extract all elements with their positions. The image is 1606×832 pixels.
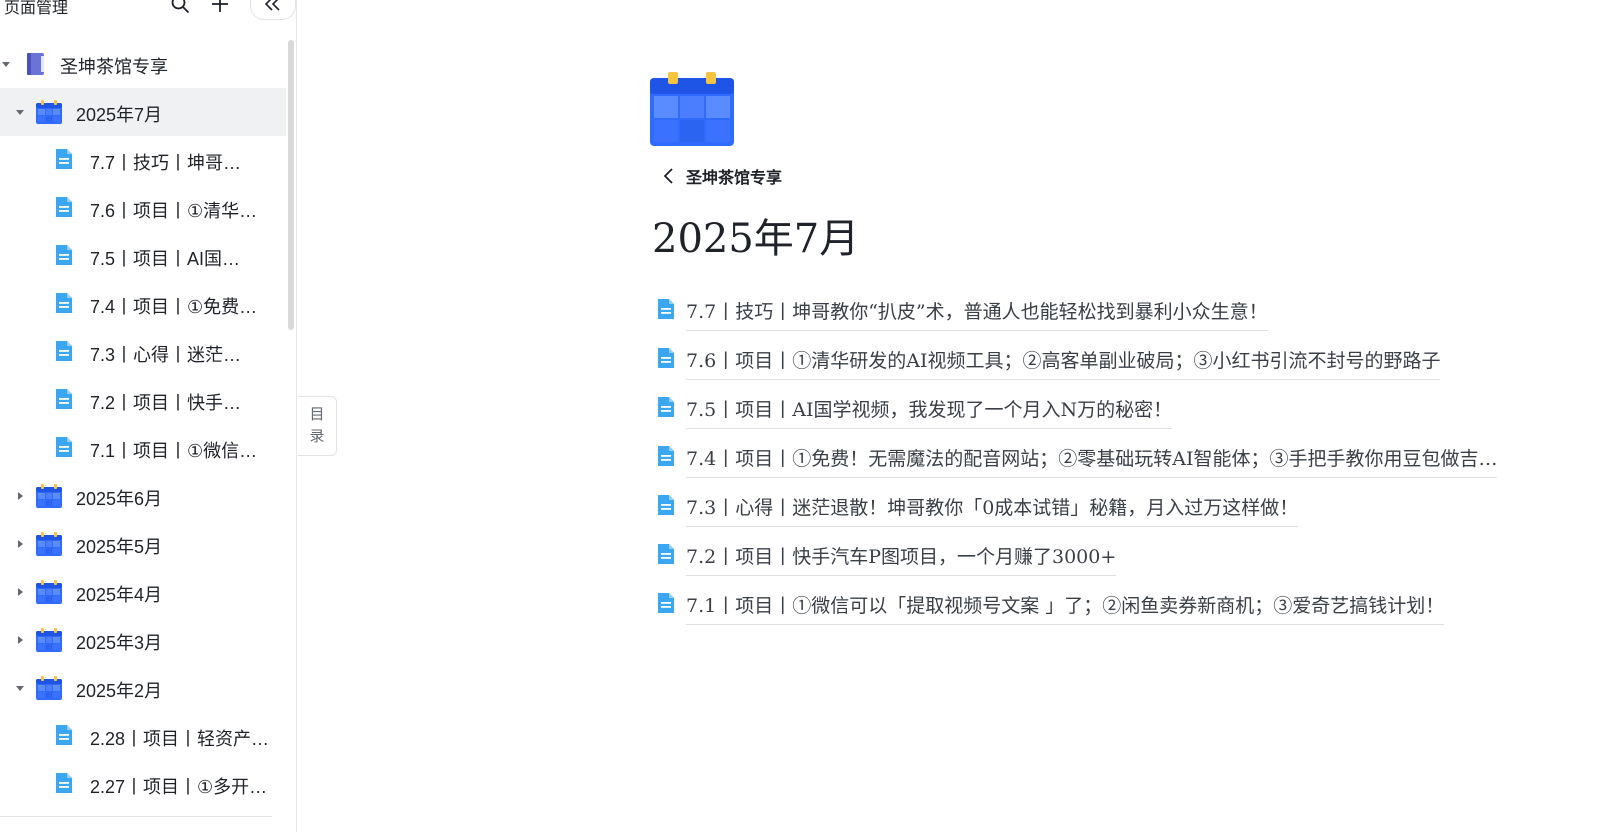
- child-page-title[interactable]: 7.4丨项目丨①免费！无需魔法的配音网站；②零基础玩转AI智能体；③手把手教你用…: [686, 444, 1498, 478]
- book-icon: [24, 52, 48, 76]
- caret-right-icon[interactable]: [14, 634, 26, 646]
- caret-right-icon[interactable]: [14, 490, 26, 502]
- doc-icon: [656, 396, 678, 418]
- child-page-link[interactable]: 7.6丨项目丨①清华研发的AI视频工具；②高客单副业破局；③小红书引流不封号的野…: [656, 337, 1556, 386]
- sidebar-folder-item[interactable]: 2025年4月: [0, 568, 286, 616]
- doc-icon: [54, 772, 78, 796]
- child-page-title[interactable]: 7.6丨项目丨①清华研发的AI视频工具；②高客单副业破局；③小红书引流不封号的野…: [686, 346, 1441, 380]
- sidebar-doc-item[interactable]: 7.4丨项目丨①免费！无需魔法的配音网站；②零基础玩转AI智能体；③手把手教你用…: [0, 280, 286, 328]
- sidebar-item-label: 2025年2月: [76, 681, 163, 701]
- doc-icon: [656, 494, 678, 516]
- toc-label: 目: [309, 406, 325, 423]
- sidebar-doc-item[interactable]: 7.5丨项目丨AI国学视频，我发现了一个月入N万的秘密！: [0, 232, 286, 280]
- sidebar: 页面管理 圣坤茶馆专享 2025年7月 7.7丨技巧丨坤哥教你“扒皮”术，普通人也能…: [0, 0, 297, 832]
- caret-down-icon[interactable]: [14, 106, 26, 118]
- breadcrumb: 圣坤茶馆专享: [658, 164, 782, 188]
- sidebar-item-label: 7.4丨项目丨①免费！无需魔法的配音网站；②零基础玩转AI智能体；③手把手教你用…: [90, 297, 258, 317]
- double-chevron-left-icon: [264, 0, 280, 11]
- sidebar-item-label: 7.1丨项目丨①微信可以「提取视频号文案 」了；②闲鱼卖券新商机；③爱奇艺搞钱计…: [90, 441, 258, 461]
- sidebar-item-label: 7.3丨心得丨迷茫退散！坤哥教你「0成本试错」秘籍，月入过万这样做！: [90, 345, 258, 365]
- doc-icon: [656, 592, 678, 614]
- sidebar-item-label: 7.7丨技巧丨坤哥教你“扒皮”术，普通人也能轻松找到暴利小众生意！: [90, 153, 258, 173]
- child-page-link[interactable]: 7.5丨项目丨AI国学视频，我发现了一个月入N万的秘密！: [656, 386, 1556, 435]
- calendar-icon: [36, 580, 62, 604]
- sidebar-folder-item[interactable]: 2025年5月: [0, 520, 286, 568]
- child-page-link[interactable]: 7.4丨项目丨①免费！无需魔法的配音网站；②零基础玩转AI智能体；③手把手教你用…: [656, 435, 1556, 484]
- doc-icon: [54, 148, 78, 172]
- calendar-icon: [650, 72, 734, 146]
- sidebar-root-item[interactable]: 圣坤茶馆专享: [0, 40, 286, 88]
- search-icon[interactable]: [168, 0, 192, 16]
- back-chevron-icon[interactable]: [658, 166, 678, 186]
- sidebar-folder-item[interactable]: 2025年6月: [0, 472, 286, 520]
- sidebar-doc-item[interactable]: 7.7丨技巧丨坤哥教你“扒皮”术，普通人也能轻松找到暴利小众生意！: [0, 136, 286, 184]
- child-page-title[interactable]: 7.7丨技巧丨坤哥教你“扒皮”术，普通人也能轻松找到暴利小众生意！: [686, 297, 1268, 331]
- doc-icon: [54, 292, 78, 316]
- sidebar-scrollbar[interactable]: [288, 40, 294, 330]
- child-page-link[interactable]: 7.1丨项目丨①微信可以「提取视频号文案 」了；②闲鱼卖券新商机；③爱奇艺搞钱计…: [656, 582, 1556, 631]
- sidebar-doc-item[interactable]: 2.27丨项目丨①多开…: [0, 760, 286, 808]
- sidebar-doc-item[interactable]: 7.2丨项目丨快手汽车P图项目，一个月赚了3000+: [0, 376, 286, 424]
- sidebar-folder-item[interactable]: 2025年7月: [0, 88, 286, 136]
- doc-icon: [54, 436, 78, 460]
- sidebar-folder-item[interactable]: 2025年3月: [0, 616, 286, 664]
- sidebar-item-label: 7.2丨项目丨快手汽车P图项目，一个月赚了3000+: [90, 393, 258, 413]
- divider: [0, 816, 272, 817]
- sidebar-item-label: 2025年3月: [76, 633, 163, 653]
- calendar-icon: [36, 628, 62, 652]
- doc-icon: [54, 244, 78, 268]
- child-page-link[interactable]: 7.2丨项目丨快手汽车P图项目，一个月赚了3000+: [656, 533, 1556, 582]
- child-page-title[interactable]: 7.3丨心得丨迷茫退散！坤哥教你「0成本试错」秘籍，月入过万这样做！: [686, 493, 1299, 527]
- doc-icon: [656, 445, 678, 467]
- sidebar-doc-item[interactable]: 7.3丨心得丨迷茫退散！坤哥教你「0成本试错」秘籍，月入过万这样做！: [0, 328, 286, 376]
- calendar-icon: [36, 100, 62, 124]
- child-page-link[interactable]: 7.7丨技巧丨坤哥教你“扒皮”术，普通人也能轻松找到暴利小众生意！: [656, 288, 1556, 337]
- breadcrumb-parent-link[interactable]: 圣坤茶馆专享: [686, 164, 782, 188]
- sidebar-doc-item[interactable]: 7.6丨项目丨①清华研发的AI视频工具；②高客单副业破局；③小红书引流不封号的野…: [0, 184, 286, 232]
- sidebar-item-label: 7.5丨项目丨AI国学视频，我发现了一个月入N万的秘密！: [90, 249, 258, 269]
- sidebar-title: 页面管理: [4, 0, 69, 17]
- sidebar-item-label: 2025年4月: [76, 585, 163, 605]
- add-icon[interactable]: [208, 0, 232, 16]
- sidebar-item-label: 7.6丨项目丨①清华研发的AI视频工具；②高客单副业破局；③小红书引流不封号的野…: [90, 201, 258, 221]
- toc-label: 录: [309, 428, 325, 445]
- sidebar-item-label: 2025年5月: [76, 537, 163, 557]
- sidebar-item-label: 2.28丨项目丨轻资产…: [90, 729, 270, 749]
- sidebar-doc-item[interactable]: 7.1丨项目丨①微信可以「提取视频号文案 」了；②闲鱼卖券新商机；③爱奇艺搞钱计…: [0, 424, 286, 472]
- doc-icon: [656, 543, 678, 565]
- sidebar-item-label: 2025年7月: [76, 105, 163, 125]
- sidebar-item-label: 圣坤茶馆专享: [60, 57, 168, 77]
- caret-right-icon[interactable]: [14, 538, 26, 550]
- calendar-icon: [36, 676, 62, 700]
- page-tree: 圣坤茶馆专享 2025年7月 7.7丨技巧丨坤哥教你“扒皮”术，普通人也能轻松找到暴…: [0, 40, 286, 808]
- doc-icon: [656, 347, 678, 369]
- child-page-list: 7.7丨技巧丨坤哥教你“扒皮”术，普通人也能轻松找到暴利小众生意！ 7.6丨项目丨…: [656, 288, 1556, 631]
- doc-icon: [54, 724, 78, 748]
- page-title: 2025年7月: [652, 216, 860, 262]
- doc-icon: [656, 298, 678, 320]
- child-page-link[interactable]: 7.3丨心得丨迷茫退散！坤哥教你「0成本试错」秘籍，月入过万这样做！: [656, 484, 1556, 533]
- child-page-title[interactable]: 7.1丨项目丨①微信可以「提取视频号文案 」了；②闲鱼卖券新商机；③爱奇艺搞钱计…: [686, 591, 1445, 625]
- child-page-title[interactable]: 7.2丨项目丨快手汽车P图项目，一个月赚了3000+: [686, 542, 1117, 576]
- sidebar-folder-item[interactable]: 2025年2月: [0, 664, 286, 712]
- calendar-icon: [36, 532, 62, 556]
- caret-down-icon[interactable]: [0, 58, 12, 70]
- caret-down-icon[interactable]: [14, 682, 26, 694]
- caret-right-icon[interactable]: [14, 586, 26, 598]
- doc-icon: [54, 196, 78, 220]
- main-content: 圣坤茶馆专享 2025年7月 7.7丨技巧丨坤哥教你“扒皮”术，普通人也能轻松找…: [650, 0, 1550, 832]
- collapse-sidebar-button[interactable]: [250, 0, 296, 20]
- child-page-title[interactable]: 7.5丨项目丨AI国学视频，我发现了一个月入N万的秘密！: [686, 395, 1173, 429]
- sidebar-doc-item[interactable]: 2.28丨项目丨轻资产…: [0, 712, 286, 760]
- sidebar-item-label: 2.27丨项目丨①多开…: [90, 777, 268, 797]
- toc-toggle-button[interactable]: 目 录: [298, 396, 337, 456]
- doc-icon: [54, 340, 78, 364]
- calendar-icon: [36, 484, 62, 508]
- sidebar-header: 页面管理: [0, 0, 296, 20]
- sidebar-item-label: 2025年6月: [76, 489, 163, 509]
- doc-icon: [54, 388, 78, 412]
